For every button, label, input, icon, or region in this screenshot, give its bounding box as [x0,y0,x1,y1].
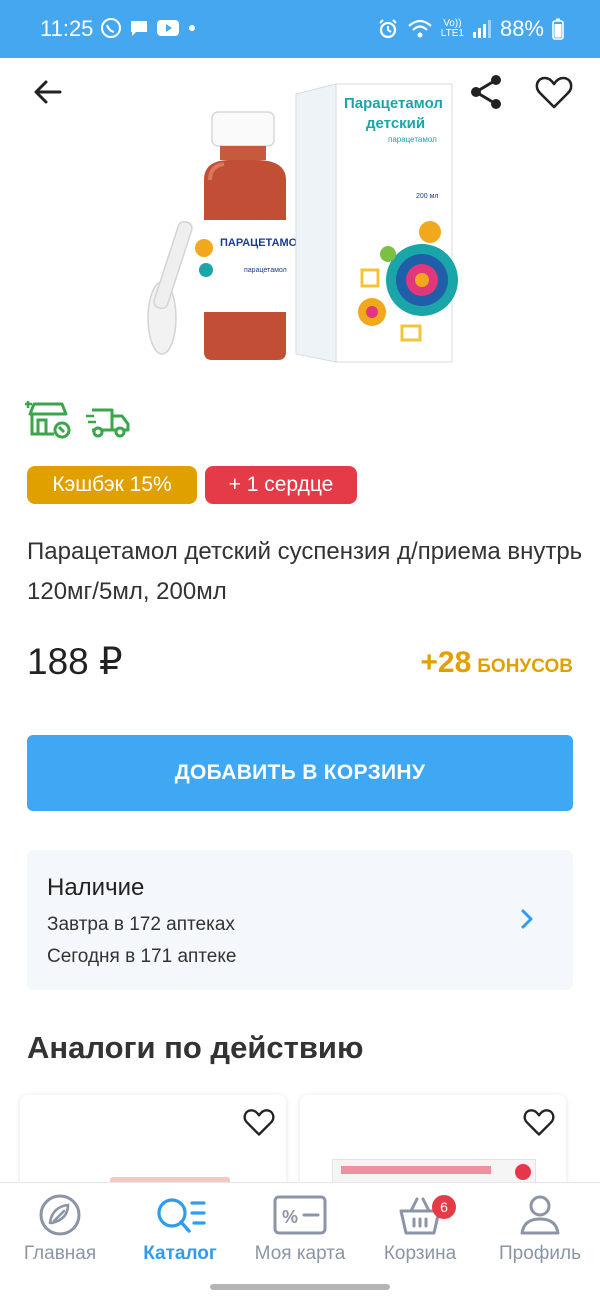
product-title: Парацетамол детский суспензия д/приема в… [27,538,583,605]
wifi-icon [408,19,432,38]
nav-catalog[interactable]: Каталог [120,1193,240,1265]
viber-icon [101,18,121,38]
favorite-heart-icon[interactable] [242,1107,276,1137]
nav-home-label: Главная [23,1243,97,1264]
availability-today: Сегодня в 171 аптеке [47,946,237,967]
notification-icons [100,17,198,39]
nav-profile[interactable]: Профиль [480,1193,600,1265]
analogs-title: Аналоги по действию [27,1030,364,1065]
status-bar: 11:25 Vo)) LTE1 88% [0,0,600,58]
signal-icon [472,20,491,38]
lte-label: LTE1 [440,28,464,39]
network-label: Vo)) LTE1 [441,19,464,39]
svg-text:%: % [282,1207,298,1227]
bonus-label: БОНУСОВ [477,656,573,677]
measuring-spoon [147,220,193,355]
chevron-right-icon[interactable] [517,906,537,932]
delivery-truck-icon [86,408,130,438]
nav-cart[interactable]: 6 Корзина [360,1193,480,1265]
box-subtitle-text: парацетамол [388,135,437,144]
loyalty-card-icon: % [273,1195,327,1235]
battery-icon [552,18,564,40]
nav-cart-label: Корзина [383,1243,457,1264]
bottle-subtitle-text: парацетамол [244,267,287,274]
dot-icon [189,25,195,31]
bonus-info: +28 БОНУСОВ [420,646,573,680]
pharmacy-pickup-icon [25,401,71,439]
availability-panel[interactable]: Наличие Завтра в 172 аптеках Сегодня в 1… [27,850,573,990]
cart-count-badge: 6 [432,1195,456,1219]
product-image[interactable]: ПАРАЦЕТАМОЛ ДЕТСКИЙ парацетамол Парацета… [140,80,460,370]
availability-tomorrow: Завтра в 172 аптеках [47,914,235,935]
status-time: 11:25 [40,16,94,41]
profile-icon [520,1195,560,1235]
home-leaf-icon [39,1194,81,1236]
favorite-heart-icon[interactable] [522,1107,556,1137]
box-volume-text: 200 мл [416,193,439,200]
home-indicator[interactable] [210,1284,390,1290]
youtube-icon [157,20,179,36]
nav-home[interactable]: Главная [0,1193,120,1265]
box-brand-text-2: детский [366,115,425,132]
bonus-amount: +28 [420,646,472,679]
message-icon [131,21,147,36]
product-box: Парацетамол детский парацетамол 200 мл [295,83,458,363]
alarm-icon [379,19,397,39]
share-icon[interactable] [466,72,506,112]
nav-profile-label: Профиль [498,1243,582,1264]
battery-percent: 88% [499,16,544,41]
bottom-navigation: Главная Каталог % Моя карта 6 Корзина Пр… [0,1182,600,1299]
box-brand-text: Парацетамол [344,95,443,112]
status-right: Vo)) LTE1 88% [377,16,564,42]
back-arrow-icon[interactable] [28,72,68,112]
heart-bonus-badge[interactable]: + 1 сердце [205,466,357,504]
nav-my-card-label: Моя карта [254,1243,346,1264]
catalog-search-icon [157,1198,206,1233]
availability-title: Наличие [47,874,145,901]
favorite-heart-icon[interactable] [534,74,574,110]
nav-my-card[interactable]: % Моя карта [240,1193,360,1265]
nav-catalog-label: Каталог [143,1243,217,1264]
add-to-cart-button[interactable]: ДОБАВИТЬ В КОРЗИНУ [27,735,573,811]
product-price: 188 ₽ [27,641,123,682]
cashback-badge[interactable]: Кэшбэк 15% [27,466,197,504]
